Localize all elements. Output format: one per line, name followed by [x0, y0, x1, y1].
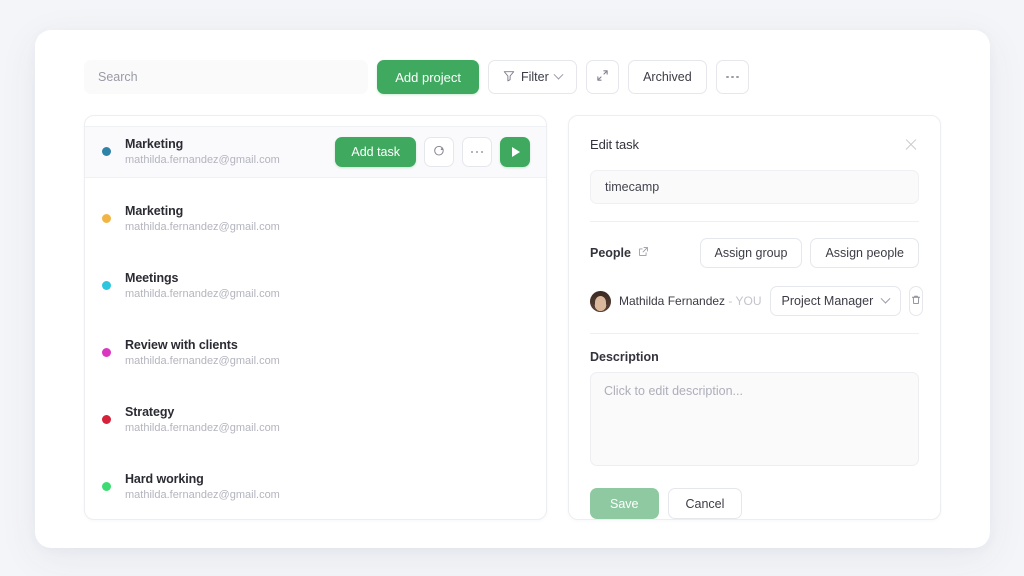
project-info: Meetings mathilda.fernandez@gmail.com	[125, 271, 530, 302]
filter-label: Filter	[521, 70, 549, 84]
projects-list-card: Marketing mathilda.fernandez@gmail.com A…	[84, 115, 547, 520]
person-you-badge: - YOU	[728, 294, 761, 308]
add-project-button[interactable]: Add project	[377, 60, 479, 94]
people-label-group: People	[590, 246, 649, 260]
project-owner-email: mathilda.fernandez@gmail.com	[125, 354, 530, 369]
project-row-active[interactable]: Marketing mathilda.fernandez@gmail.com A…	[85, 126, 546, 178]
person-name: Mathilda Fernandez	[619, 294, 725, 308]
project-color-dot	[102, 348, 111, 357]
cancel-button[interactable]: Cancel	[668, 488, 743, 519]
project-owner-email: mathilda.fernandez@gmail.com	[125, 153, 335, 168]
project-color-dot	[102, 147, 111, 156]
remove-person-button[interactable]	[909, 286, 923, 316]
search-input[interactable]	[84, 60, 368, 94]
assign-people-button[interactable]: Assign people	[810, 238, 919, 268]
project-info: Marketing mathilda.fernandez@gmail.com	[125, 204, 530, 235]
save-button[interactable]: Save	[590, 488, 659, 519]
person-name-group: Mathilda Fernandez - YOU	[619, 294, 762, 308]
project-info: Marketing mathilda.fernandez@gmail.com	[125, 137, 335, 168]
report-button[interactable]	[424, 137, 454, 167]
project-name: Hard working	[125, 472, 530, 487]
project-name: Marketing	[125, 204, 530, 219]
project-row[interactable]: Strategy mathilda.fernandez@gmail.com	[85, 394, 546, 446]
project-color-dot	[102, 482, 111, 491]
avatar	[590, 291, 611, 312]
edit-task-footer: Save Cancel	[590, 488, 919, 519]
project-owner-email: mathilda.fernandez@gmail.com	[125, 421, 530, 436]
project-owner-email: mathilda.fernandez@gmail.com	[125, 488, 530, 503]
project-color-dot	[102, 214, 111, 223]
project-more-button[interactable]	[462, 137, 492, 167]
chevron-down-icon	[553, 69, 563, 79]
project-row[interactable]: Marketing mathilda.fernandez@gmail.com	[85, 193, 546, 245]
assign-group-button[interactable]: Assign group	[700, 238, 803, 268]
edit-task-header: Edit task	[590, 134, 919, 154]
archived-button[interactable]: Archived	[628, 60, 707, 94]
avatar-face	[595, 296, 606, 309]
description-label: Description	[590, 350, 919, 364]
expand-diagonal-button[interactable]	[586, 60, 619, 94]
people-section-header: People Assign group Assign people	[590, 238, 919, 268]
panel-title: Edit task	[590, 137, 639, 152]
project-info: Review with clients mathilda.fernandez@g…	[125, 338, 530, 369]
filter-icon	[503, 70, 515, 85]
project-name: Marketing	[125, 137, 335, 152]
start-timer-button[interactable]	[500, 137, 530, 167]
project-owner-email: mathilda.fernandez@gmail.com	[125, 220, 530, 235]
play-icon	[512, 147, 520, 157]
task-name-input[interactable]	[590, 170, 919, 204]
project-color-dot	[102, 415, 111, 424]
more-options-button[interactable]	[716, 60, 749, 94]
divider	[590, 333, 919, 334]
project-name: Review with clients	[125, 338, 530, 353]
app-window: Add project Filter Archived	[35, 30, 990, 548]
project-color-dot	[102, 281, 111, 290]
divider	[590, 221, 919, 222]
project-info: Strategy mathilda.fernandez@gmail.com	[125, 405, 530, 436]
close-icon[interactable]	[903, 136, 919, 152]
project-info: Hard working mathilda.fernandez@gmail.co…	[125, 472, 530, 503]
project-owner-email: mathilda.fernandez@gmail.com	[125, 287, 530, 302]
people-label: People	[590, 246, 631, 260]
ellipsis-icon	[471, 151, 484, 154]
filter-button[interactable]: Filter	[488, 60, 577, 94]
chevron-down-icon	[881, 293, 891, 303]
ellipsis-icon	[726, 76, 739, 79]
toolbar: Add project Filter Archived	[84, 60, 749, 94]
expand-diagonal-icon	[596, 69, 609, 85]
project-row[interactable]: Meetings mathilda.fernandez@gmail.com	[85, 260, 546, 312]
project-row-actions: Add task	[335, 137, 530, 167]
assigned-person-row: Mathilda Fernandez - YOU Project Manager	[590, 286, 919, 316]
role-dropdown[interactable]: Project Manager	[770, 286, 902, 316]
role-label: Project Manager	[782, 294, 874, 308]
project-name: Strategy	[125, 405, 530, 420]
project-row[interactable]: Review with clients mathilda.fernandez@g…	[85, 327, 546, 379]
external-link-icon[interactable]	[638, 246, 649, 260]
people-actions: Assign group Assign people	[700, 238, 920, 268]
edit-task-panel: Edit task People Ass	[568, 115, 941, 520]
project-name: Meetings	[125, 271, 530, 286]
pie-chart-icon	[433, 144, 446, 160]
add-task-button[interactable]: Add task	[335, 137, 416, 167]
trash-icon	[910, 294, 922, 309]
content-panels: Marketing mathilda.fernandez@gmail.com A…	[84, 115, 941, 520]
description-textarea[interactable]	[590, 372, 919, 466]
project-row[interactable]: Hard working mathilda.fernandez@gmail.co…	[85, 461, 546, 513]
